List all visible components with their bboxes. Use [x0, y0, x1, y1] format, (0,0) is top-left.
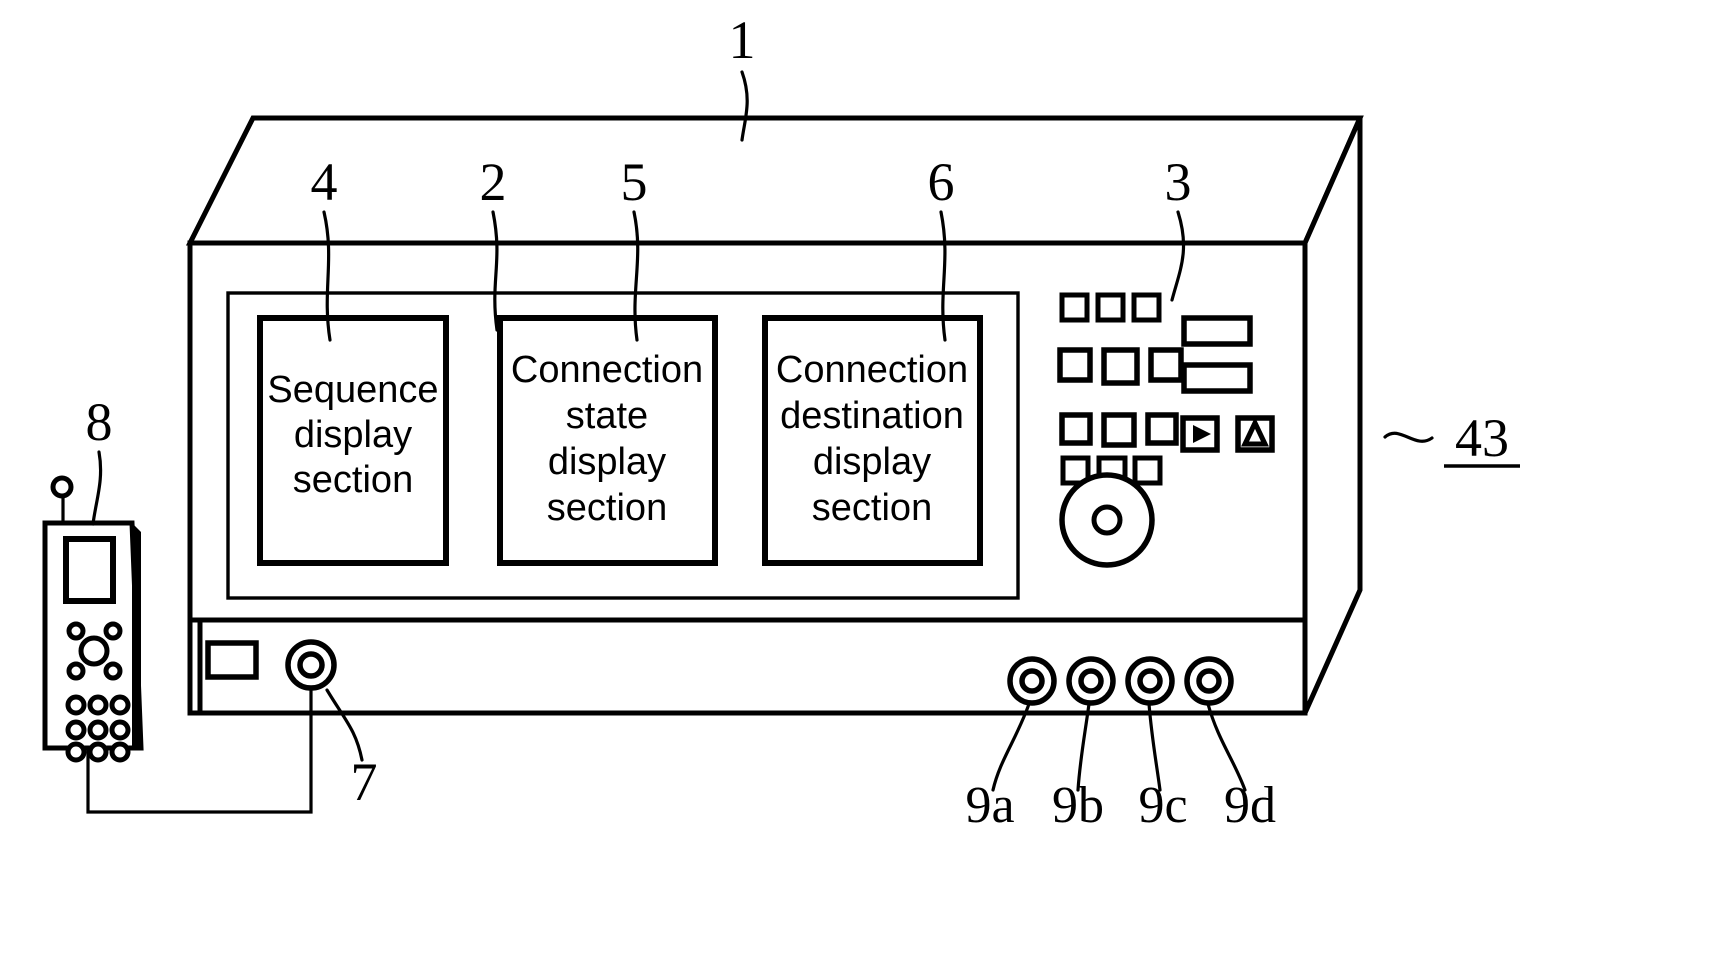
sequence-display-label-line-2: display [294, 414, 412, 456]
ref-numeral-9a: 9a [965, 777, 1014, 834]
handheld-key-r2c3[interactable] [109, 719, 131, 741]
connection-state-label-line-2: state [566, 395, 648, 437]
sequence-display-label-line-1: Sequence [267, 369, 438, 411]
figure-svg: Sequence display section Connection stat… [42, 10, 1520, 834]
keypad-key-r2c3[interactable] [1148, 347, 1184, 383]
handheld-key-r3c2[interactable] [87, 741, 109, 763]
lead-line-43 [1383, 431, 1434, 443]
connection-state-label-line-3: display [548, 441, 666, 483]
device-bottom-left-step [187, 617, 203, 716]
jack-9c-inner [1137, 668, 1163, 694]
connection-state-label-line-4: section [547, 487, 667, 529]
handheld-nav-dot-lower-left[interactable] [66, 661, 86, 681]
keypad-key-r2c2[interactable] [1101, 347, 1140, 386]
ref-numeral-8: 8 [86, 392, 113, 452]
handheld-key-r1c1[interactable] [65, 694, 87, 716]
keypad-key-r3c2[interactable] [1101, 412, 1137, 448]
indicator-rect [205, 640, 259, 680]
ref-numeral-6: 6 [928, 152, 955, 212]
ref-numeral-43: 43 [1455, 408, 1509, 468]
lead-line-8 [91, 450, 103, 526]
handheld-nav-dot-lower-right[interactable] [103, 661, 123, 681]
sequence-display-label-line-3: section [293, 459, 413, 501]
handheld-key-r1c3[interactable] [109, 694, 131, 716]
handheld-screen[interactable] [63, 536, 116, 604]
wide-button-2[interactable] [1181, 362, 1253, 394]
keypad-key-r4c3[interactable] [1132, 455, 1163, 486]
ref-numeral-4: 4 [311, 152, 338, 212]
ref-numeral-9d: 9d [1224, 777, 1276, 834]
ref-numeral-7: 7 [351, 752, 378, 812]
connection-destination-label-line-4: section [812, 487, 932, 529]
handheld-center-button[interactable] [78, 635, 110, 667]
keypad-key-r2c1[interactable] [1057, 347, 1093, 383]
jack-9b-inner [1078, 668, 1104, 694]
connection-state-label-line-1: Connection [511, 349, 703, 391]
connection-destination-label-line-1: Connection [776, 349, 968, 391]
patent-figure-canvas: Sequence display section Connection stat… [0, 0, 1736, 978]
handheld-antenna-tip-icon [50, 475, 74, 499]
ref-numeral-2: 2 [480, 152, 507, 212]
keypad-key-r3c3[interactable] [1145, 412, 1179, 446]
keypad-key-r1c2[interactable] [1095, 292, 1126, 323]
ref-numeral-3: 3 [1165, 152, 1192, 212]
handheld-key-r3c3[interactable] [109, 741, 131, 763]
connection-destination-label-line-3: display [813, 441, 931, 483]
handheld-key-r2c1[interactable] [65, 719, 87, 741]
connection-destination-label-line-2: destination [780, 395, 964, 437]
handheld-nav-dot-upper-left[interactable] [66, 621, 86, 641]
keypad-key-r3c1[interactable] [1059, 412, 1093, 446]
handheld-key-r3c1[interactable] [65, 741, 87, 763]
ref-numeral-9b: 9b [1052, 777, 1104, 834]
jack-9a-inner [1019, 668, 1045, 694]
keypad-key-r1c3[interactable] [1131, 292, 1162, 323]
ref-numeral-1: 1 [729, 10, 756, 70]
handheld-key-r2c2[interactable] [87, 719, 109, 741]
keypad-key-r1c1[interactable] [1059, 292, 1090, 323]
handheld-nav-dot-upper-right[interactable] [103, 621, 123, 641]
jack-9d-inner [1196, 668, 1222, 694]
ref-numeral-5: 5 [621, 152, 648, 212]
handheld-key-r1c2[interactable] [87, 694, 109, 716]
ref-numeral-9c: 9c [1138, 777, 1187, 834]
dial-knob-icon [1091, 504, 1123, 536]
antenna-connector-inner [297, 651, 325, 679]
wide-button-1[interactable] [1181, 315, 1253, 347]
handheld-right-edge-shade [132, 523, 141, 748]
